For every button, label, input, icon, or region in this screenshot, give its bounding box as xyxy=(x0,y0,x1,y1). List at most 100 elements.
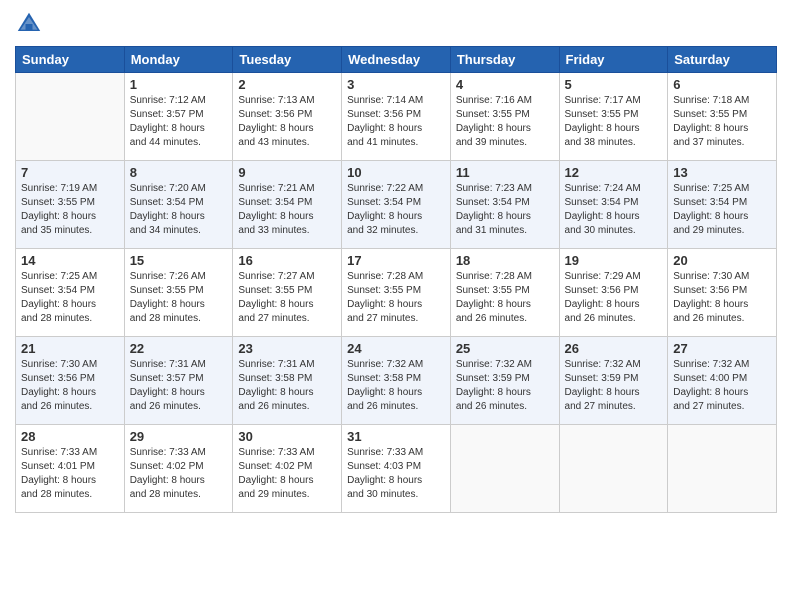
day-number: 16 xyxy=(238,253,336,268)
calendar-cell: 28 Sunrise: 7:33 AM Sunset: 4:01 PM Dayli… xyxy=(16,425,125,513)
day-info: Sunrise: 7:27 AM Sunset: 3:55 PM Dayligh… xyxy=(238,270,336,326)
day-info: Sunrise: 7:33 AM Sunset: 4:02 PM Dayligh… xyxy=(238,446,336,502)
day-info: Sunrise: 7:32 AM Sunset: 4:00 PM Dayligh… xyxy=(673,358,771,414)
day-number: 18 xyxy=(456,253,554,268)
calendar-cell: 21 Sunrise: 7:30 AM Sunset: 3:56 PM Dayli… xyxy=(16,337,125,425)
calendar-cell: 4 Sunrise: 7:16 AM Sunset: 3:55 PM Daylig… xyxy=(450,73,559,161)
calendar-week-row: 14Sunrise: 7:25 AM Sunset: 3:54 PM Dayli… xyxy=(16,249,777,337)
day-number: 6 xyxy=(673,77,771,92)
calendar-cell: 10 Sunrise: 7:22 AM Sunset: 3:54 PM Dayli… xyxy=(342,161,451,249)
calendar-week-row: 21 Sunrise: 7:30 AM Sunset: 3:56 PM Dayli… xyxy=(16,337,777,425)
calendar-header-friday: Friday xyxy=(559,47,668,73)
day-info: Sunrise: 7:12 AM Sunset: 3:57 PM Dayligh… xyxy=(130,94,228,150)
calendar-cell: 18 Sunrise: 7:28 AM Sunset: 3:55 PM Dayli… xyxy=(450,249,559,337)
calendar-cell: 7 Sunrise: 7:19 AM Sunset: 3:55 PM Daylig… xyxy=(16,161,125,249)
day-number: 29 xyxy=(130,429,228,444)
day-info: Sunrise: 7:33 AM Sunset: 4:01 PM Dayligh… xyxy=(21,446,119,502)
calendar-cell: 16 Sunrise: 7:27 AM Sunset: 3:55 PM Dayli… xyxy=(233,249,342,337)
calendar-cell: 9 Sunrise: 7:21 AM Sunset: 3:54 PM Daylig… xyxy=(233,161,342,249)
day-number: 1 xyxy=(130,77,228,92)
header xyxy=(15,10,777,38)
day-number: 31 xyxy=(347,429,445,444)
calendar-cell: 5 Sunrise: 7:17 AM Sunset: 3:55 PM Daylig… xyxy=(559,73,668,161)
day-number: 3 xyxy=(347,77,445,92)
calendar-table: SundayMondayTuesdayWednesdayThursdayFrid… xyxy=(15,46,777,513)
day-info: Sunrise: 7:29 AM Sunset: 3:56 PM Dayligh… xyxy=(565,270,663,326)
day-number: 24 xyxy=(347,341,445,356)
calendar-cell: 2Sunrise: 7:13 AM Sunset: 3:56 PM Daylig… xyxy=(233,73,342,161)
calendar-cell: 22Sunrise: 7:31 AM Sunset: 3:57 PM Dayli… xyxy=(124,337,233,425)
calendar-cell xyxy=(559,425,668,513)
calendar-cell xyxy=(668,425,777,513)
day-info: Sunrise: 7:17 AM Sunset: 3:55 PM Dayligh… xyxy=(565,94,663,150)
day-number: 22 xyxy=(130,341,228,356)
calendar-cell: 11 Sunrise: 7:23 AM Sunset: 3:54 PM Dayli… xyxy=(450,161,559,249)
day-info: Sunrise: 7:16 AM Sunset: 3:55 PM Dayligh… xyxy=(456,94,554,150)
day-info: Sunrise: 7:21 AM Sunset: 3:54 PM Dayligh… xyxy=(238,182,336,238)
calendar-cell: 6Sunrise: 7:18 AM Sunset: 3:55 PM Daylig… xyxy=(668,73,777,161)
day-number: 8 xyxy=(130,165,228,180)
page: SundayMondayTuesdayWednesdayThursdayFrid… xyxy=(0,0,792,612)
calendar-cell: 15Sunrise: 7:26 AM Sunset: 3:55 PM Dayli… xyxy=(124,249,233,337)
calendar-week-row: 1 Sunrise: 7:12 AM Sunset: 3:57 PM Daylig… xyxy=(16,73,777,161)
day-number: 2 xyxy=(238,77,336,92)
day-number: 5 xyxy=(565,77,663,92)
day-number: 4 xyxy=(456,77,554,92)
calendar-header-tuesday: Tuesday xyxy=(233,47,342,73)
calendar-cell: 31 Sunrise: 7:33 AM Sunset: 4:03 PM Dayli… xyxy=(342,425,451,513)
day-number: 9 xyxy=(238,165,336,180)
calendar-cell: 29 Sunrise: 7:33 AM Sunset: 4:02 PM Dayli… xyxy=(124,425,233,513)
day-info: Sunrise: 7:19 AM Sunset: 3:55 PM Dayligh… xyxy=(21,182,119,238)
calendar-cell: 30Sunrise: 7:33 AM Sunset: 4:02 PM Dayli… xyxy=(233,425,342,513)
day-number: 19 xyxy=(565,253,663,268)
calendar-header-sunday: Sunday xyxy=(16,47,125,73)
calendar-cell: 1 Sunrise: 7:12 AM Sunset: 3:57 PM Daylig… xyxy=(124,73,233,161)
logo-icon xyxy=(15,10,43,38)
day-info: Sunrise: 7:20 AM Sunset: 3:54 PM Dayligh… xyxy=(130,182,228,238)
day-info: Sunrise: 7:32 AM Sunset: 3:58 PM Dayligh… xyxy=(347,358,445,414)
calendar-cell: 8 Sunrise: 7:20 AM Sunset: 3:54 PM Daylig… xyxy=(124,161,233,249)
calendar-header-saturday: Saturday xyxy=(668,47,777,73)
day-info: Sunrise: 7:30 AM Sunset: 3:56 PM Dayligh… xyxy=(21,358,119,414)
day-number: 28 xyxy=(21,429,119,444)
day-number: 27 xyxy=(673,341,771,356)
calendar-cell: 12 Sunrise: 7:24 AM Sunset: 3:54 PM Dayli… xyxy=(559,161,668,249)
day-info: Sunrise: 7:31 AM Sunset: 3:58 PM Dayligh… xyxy=(238,358,336,414)
day-info: Sunrise: 7:32 AM Sunset: 3:59 PM Dayligh… xyxy=(565,358,663,414)
calendar-week-row: 7 Sunrise: 7:19 AM Sunset: 3:55 PM Daylig… xyxy=(16,161,777,249)
calendar-cell: 26 Sunrise: 7:32 AM Sunset: 3:59 PM Dayli… xyxy=(559,337,668,425)
calendar-cell: 19 Sunrise: 7:29 AM Sunset: 3:56 PM Dayli… xyxy=(559,249,668,337)
calendar-header-row: SundayMondayTuesdayWednesdayThursdayFrid… xyxy=(16,47,777,73)
day-info: Sunrise: 7:22 AM Sunset: 3:54 PM Dayligh… xyxy=(347,182,445,238)
calendar-cell xyxy=(16,73,125,161)
day-number: 14 xyxy=(21,253,119,268)
day-info: Sunrise: 7:25 AM Sunset: 3:54 PM Dayligh… xyxy=(673,182,771,238)
day-number: 26 xyxy=(565,341,663,356)
calendar-week-row: 28 Sunrise: 7:33 AM Sunset: 4:01 PM Dayli… xyxy=(16,425,777,513)
calendar-cell: 24 Sunrise: 7:32 AM Sunset: 3:58 PM Dayli… xyxy=(342,337,451,425)
day-info: Sunrise: 7:28 AM Sunset: 3:55 PM Dayligh… xyxy=(347,270,445,326)
calendar-cell xyxy=(450,425,559,513)
day-number: 20 xyxy=(673,253,771,268)
calendar-cell: 25Sunrise: 7:32 AM Sunset: 3:59 PM Dayli… xyxy=(450,337,559,425)
day-number: 11 xyxy=(456,165,554,180)
day-number: 12 xyxy=(565,165,663,180)
day-number: 10 xyxy=(347,165,445,180)
calendar-cell: 27 Sunrise: 7:32 AM Sunset: 4:00 PM Dayli… xyxy=(668,337,777,425)
day-info: Sunrise: 7:33 AM Sunset: 4:02 PM Dayligh… xyxy=(130,446,228,502)
day-info: Sunrise: 7:23 AM Sunset: 3:54 PM Dayligh… xyxy=(456,182,554,238)
day-number: 7 xyxy=(21,165,119,180)
calendar-cell: 13Sunrise: 7:25 AM Sunset: 3:54 PM Dayli… xyxy=(668,161,777,249)
day-number: 21 xyxy=(21,341,119,356)
day-info: Sunrise: 7:30 AM Sunset: 3:56 PM Dayligh… xyxy=(673,270,771,326)
calendar-cell: 23Sunrise: 7:31 AM Sunset: 3:58 PM Dayli… xyxy=(233,337,342,425)
calendar-cell: 20 Sunrise: 7:30 AM Sunset: 3:56 PM Dayli… xyxy=(668,249,777,337)
day-info: Sunrise: 7:28 AM Sunset: 3:55 PM Dayligh… xyxy=(456,270,554,326)
day-number: 15 xyxy=(130,253,228,268)
day-info: Sunrise: 7:24 AM Sunset: 3:54 PM Dayligh… xyxy=(565,182,663,238)
calendar-header-monday: Monday xyxy=(124,47,233,73)
calendar-cell: 17Sunrise: 7:28 AM Sunset: 3:55 PM Dayli… xyxy=(342,249,451,337)
day-info: Sunrise: 7:33 AM Sunset: 4:03 PM Dayligh… xyxy=(347,446,445,502)
day-number: 25 xyxy=(456,341,554,356)
calendar-cell: 14Sunrise: 7:25 AM Sunset: 3:54 PM Dayli… xyxy=(16,249,125,337)
